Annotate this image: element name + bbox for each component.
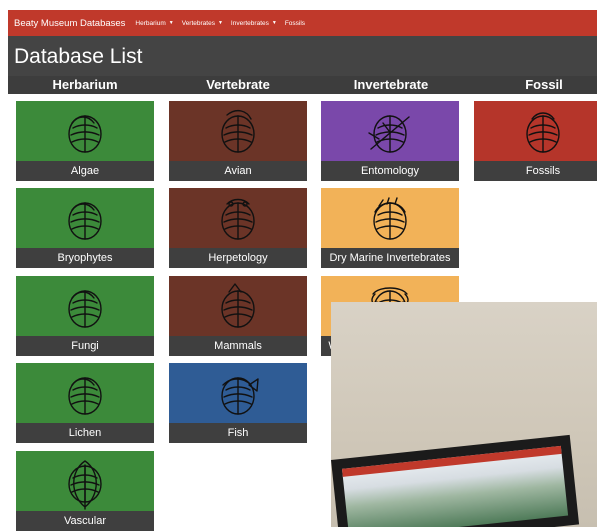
database-tile-fish[interactable]: Fish <box>169 363 307 443</box>
bird-icon <box>221 109 255 153</box>
tile-label: Dry Marine Invertebrates <box>321 248 459 268</box>
database-tile-vascular[interactable]: Vascular <box>16 451 154 531</box>
tile-label: Lichen <box>16 423 154 443</box>
nav-item-invertebrates[interactable]: Invertebrates ▼ <box>231 20 277 27</box>
leaf-on-turtle-icon <box>68 202 102 240</box>
nav-item-label: Invertebrates <box>230 19 269 27</box>
column-header-invertebrate: Invertebrate <box>353 77 429 92</box>
database-tile-algae[interactable]: Algae <box>16 101 154 181</box>
database-tile-mammals[interactable]: Mammals <box>169 276 307 356</box>
tile-label: Fish <box>169 423 307 443</box>
leaf-on-turtle-icon <box>68 115 102 153</box>
tile-label: Fungi <box>16 336 154 356</box>
page-title: Database List <box>14 45 143 68</box>
brand-link[interactable]: Beaty Museum Databases <box>14 18 125 29</box>
tile-label: Fossils <box>474 161 597 181</box>
database-tile-fungi[interactable]: Fungi <box>16 276 154 356</box>
tile-label: Bryophytes <box>16 248 154 268</box>
tile-artwork <box>169 101 307 161</box>
database-tile-lichen[interactable]: Lichen <box>16 363 154 443</box>
background-photo <box>331 302 597 527</box>
tile-artwork <box>169 363 307 423</box>
tile-artwork <box>169 276 307 336</box>
trilobite-icon <box>526 112 560 153</box>
nav-item-herbarium[interactable]: Herbarium ▼ <box>135 20 173 27</box>
tile-artwork <box>321 188 459 248</box>
database-tile-herpetology[interactable]: Herpetology <box>169 188 307 268</box>
column-header-herbarium: Herbarium <box>52 77 118 92</box>
insect-icon <box>368 115 410 153</box>
nav-item-fossils[interactable]: Fossils <box>285 20 305 27</box>
nav-item-vertebrates[interactable]: Vertebrates ▼ <box>182 20 223 27</box>
database-tile-fossils[interactable]: Fossils <box>474 101 597 181</box>
database-tile-dry-marine-invertebrates[interactable]: Dry Marine Invertebrates <box>321 188 459 268</box>
shell-icon <box>373 197 407 240</box>
database-tile-entomology[interactable]: Entomology <box>321 101 459 181</box>
tile-artwork <box>321 101 459 161</box>
tile-label: Entomology <box>321 161 459 181</box>
mammal-icon <box>221 283 255 328</box>
tile-artwork <box>169 188 307 248</box>
frog-icon <box>221 198 255 240</box>
caret-down-icon: ▼ <box>217 20 223 26</box>
nav-item-label: Herbarium <box>135 19 166 27</box>
tile-artwork <box>16 188 154 248</box>
column-header-fossil: Fossil <box>525 77 563 92</box>
tile-label: Herpetology <box>169 248 307 268</box>
tile-artwork <box>474 101 597 161</box>
leaf-icon <box>68 460 102 510</box>
tile-artwork <box>16 101 154 161</box>
nav-item-label: Fossils <box>284 19 306 27</box>
database-tile-avian[interactable]: Avian <box>169 101 307 181</box>
tile-artwork <box>16 451 154 511</box>
fish-icon <box>221 377 259 415</box>
column-header-vertebrate: Vertebrate <box>206 77 270 92</box>
tile-label: Vascular <box>16 511 154 531</box>
database-tile-bryophytes[interactable]: Bryophytes <box>16 188 154 268</box>
tile-artwork <box>16 363 154 423</box>
leaf-on-turtle-icon <box>68 290 102 328</box>
tile-artwork <box>16 276 154 336</box>
title-bar: Database List <box>8 36 597 76</box>
top-navbar: Beaty Museum Databases Herbarium ▼ Verteb… <box>8 10 597 36</box>
tile-label: Algae <box>16 161 154 181</box>
column-headers: Herbarium Vertebrate Invertebrate Fossil <box>8 76 597 94</box>
tile-label: Avian <box>169 161 307 181</box>
leaf-on-turtle-icon <box>68 377 102 415</box>
tile-label: Mammals <box>169 336 307 356</box>
caret-down-icon: ▼ <box>168 20 174 26</box>
nav-item-label: Vertebrates <box>181 19 215 27</box>
monitor-image <box>331 434 580 527</box>
caret-down-icon: ▼ <box>271 20 277 26</box>
